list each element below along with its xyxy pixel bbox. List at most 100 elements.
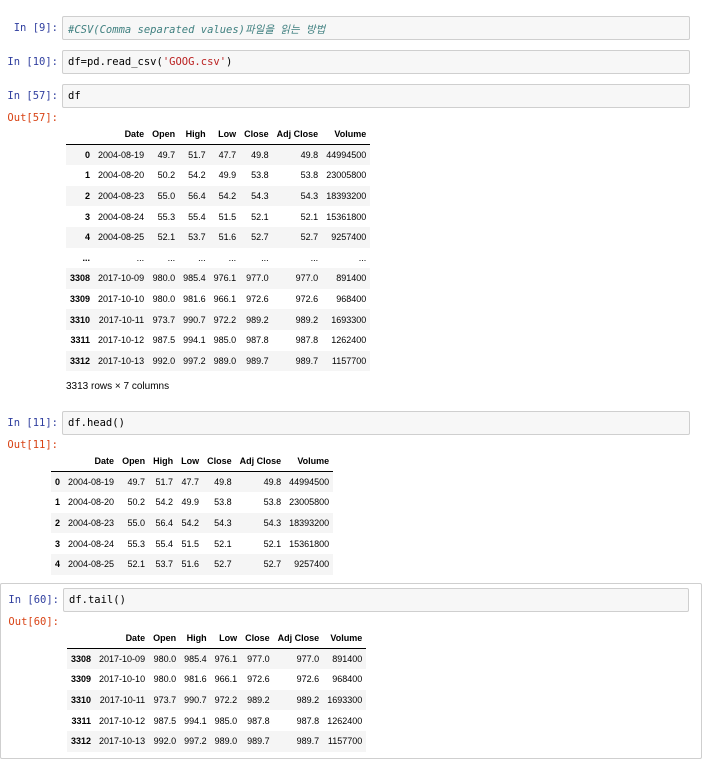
table-row: 3312 2017-10-13 992.0 997.2 989.0 989.7 989.7 1… xyxy=(66,350,371,372)
table-cell: 52.1 xyxy=(214,538,232,549)
table-row: 3310 2017-10-11 973.7 990.7 972.2 989.2 989.2 1… xyxy=(67,689,367,711)
table-row: 4 2004-08-25 52.1 53.7 51.6 52.7 52.7 9257400 xyxy=(66,226,371,248)
table-cell: 987.8 xyxy=(247,715,270,726)
table-cell: 987.8 xyxy=(295,335,319,346)
column-header: Open xyxy=(149,628,181,650)
output-prompt: Out[57]: xyxy=(7,112,58,124)
cell-in-57[interactable]: In [57]: df Out[57]: Date Open High Low Clos… xyxy=(0,84,702,392)
row-index: 4 xyxy=(55,559,61,570)
column-header: High xyxy=(179,124,210,146)
table-row: 3 2004-08-24 55.3 55.4 51.5 52.1 52.1 15361800 xyxy=(66,206,370,227)
table-cell: 973.7 xyxy=(152,314,176,325)
code-input[interactable]: df.head() xyxy=(62,411,690,435)
dataframe-table: Date Open High Low Close Adj Close Volume 0 2004… xyxy=(66,124,371,372)
table-header-row: Date Open High Low Close Adj Close Volume xyxy=(66,124,371,146)
table-cell: 55.4 xyxy=(188,211,206,222)
output-area: Date Open High Low Close Adj Close Volume 3308 2… xyxy=(67,628,367,752)
table-cell: 55.0 xyxy=(127,518,146,529)
row-index: 3309 xyxy=(70,294,91,305)
column-header: Adj Close xyxy=(235,451,286,473)
table-header-row: Date Open High Low Close Adj Close Volume xyxy=(67,628,367,650)
input-prompt: In [9]: xyxy=(13,22,58,34)
code-input[interactable]: df=pd.read_csv('GOOG.csv') xyxy=(62,50,690,74)
table-cell: 52.1 xyxy=(127,559,146,570)
table-cell: 51.7 xyxy=(155,477,174,488)
cell-in-11[interactable]: In [11]: df.head() Out[11]: Date Open High… xyxy=(0,411,702,575)
table-cell: 44994500 xyxy=(289,477,330,488)
table-cell: 891400 xyxy=(332,654,363,665)
table-cell: 973.7 xyxy=(153,695,177,706)
column-header: Volume xyxy=(322,124,371,146)
column-header: Adj Close xyxy=(272,124,323,146)
table-cell: 2017-10-13 xyxy=(99,736,146,747)
table-row: 2 2004-08-23 55.0 56.4 54.2 54.3 54.3 18393200 xyxy=(66,185,371,207)
row-index: 3 xyxy=(85,211,91,222)
table-cell: 2017-10-11 xyxy=(98,314,145,325)
input-prompt: In [57]: xyxy=(7,90,58,102)
row-index: 1 xyxy=(85,170,91,181)
table-cell: 987.5 xyxy=(153,715,177,726)
table-cell: 9257400 xyxy=(331,232,367,243)
table-cell: 994.1 xyxy=(183,335,206,346)
table-cell: 976.1 xyxy=(214,654,238,665)
table-cell: 2017-10-09 xyxy=(98,273,145,284)
column-header: Low xyxy=(210,628,242,650)
column-header: Volume xyxy=(285,451,334,473)
column-header: High xyxy=(149,451,178,473)
output-area: Date Open High Low Close Adj Close Volume 0 2004… xyxy=(66,124,371,392)
code-input[interactable]: df xyxy=(62,84,690,108)
table-cell: 2017-10-09 xyxy=(99,654,146,665)
table-header-row: Date Open High Low Close Adj Close Volume xyxy=(51,451,334,473)
table-cell: 54.3 xyxy=(214,518,232,529)
input-prompt: In [10]: xyxy=(7,56,58,68)
table-cell: 977.0 xyxy=(246,273,269,284)
row-index: 2 xyxy=(85,191,91,202)
table-cell: 52.1 xyxy=(263,538,282,549)
column-header: Adj Close xyxy=(273,628,324,650)
table-cell: 2004-08-20 xyxy=(68,497,115,508)
code-string: 'GOOG.csv' xyxy=(162,56,227,68)
table-cell: 2004-08-25 xyxy=(98,232,145,243)
table-cell: 985.0 xyxy=(214,715,238,726)
table-cell: 1262400 xyxy=(331,335,367,346)
row-index: 3308 xyxy=(70,273,91,284)
table-cell: 990.7 xyxy=(183,314,206,325)
table-cell: 55.3 xyxy=(127,538,146,549)
table-cell: 23005800 xyxy=(289,497,330,508)
table-cell: 2004-08-23 xyxy=(68,518,115,529)
table-cell: 52.1 xyxy=(157,232,176,243)
table-cell: 977.0 xyxy=(295,273,319,284)
column-header: Date xyxy=(94,124,149,146)
table-cell: 989.7 xyxy=(295,355,319,366)
code-text: df.tail() xyxy=(69,594,126,606)
cell-in-9[interactable]: In [9]: #CSV(Comma separated values)파일을 … xyxy=(0,16,702,42)
table-cell: 985.4 xyxy=(183,273,206,284)
table-cell: 966.1 xyxy=(214,674,238,685)
table-row: 0 2004-08-19 49.7 51.7 47.7 49.8 49.8 44994500 xyxy=(51,471,334,493)
table-cell: 52.1 xyxy=(251,211,269,222)
table-cell: 987.8 xyxy=(246,335,269,346)
table-cell: 9257400 xyxy=(294,559,330,570)
table-cell: ... xyxy=(272,247,323,269)
table-row: 3309 2017-10-10 980.0 981.6 966.1 972.6 972.6 9… xyxy=(67,669,366,690)
table-cell: 18393200 xyxy=(289,518,330,529)
table-cell: 49.7 xyxy=(127,477,146,488)
code-input[interactable]: #CSV(Comma separated values)파일을 읽는 방법 xyxy=(62,16,690,40)
column-header: Close xyxy=(240,124,273,146)
table-cell: 1262400 xyxy=(327,715,363,726)
table-cell: 2017-10-12 xyxy=(99,715,146,726)
table-cell: 2004-08-23 xyxy=(98,191,145,202)
table-cell: 992.0 xyxy=(153,736,177,747)
table-cell: 55.0 xyxy=(157,191,176,202)
table-cell: 52.1 xyxy=(300,211,319,222)
table-cell: 51.5 xyxy=(181,538,200,549)
table-cell: 47.7 xyxy=(218,150,237,161)
table-cell: 977.0 xyxy=(247,654,270,665)
table-cell: 54.3 xyxy=(300,191,319,202)
cell-in-10[interactable]: In [10]: df=pd.read_csv('GOOG.csv') xyxy=(0,50,702,76)
row-index: 2 xyxy=(55,518,61,529)
code-input[interactable]: df.tail() xyxy=(63,588,689,612)
cell-in-60[interactable]: In [60]: df.tail() Out[60]: Date Open High… xyxy=(0,583,702,759)
table-cell: 52.7 xyxy=(263,559,282,570)
table-cell: 972.6 xyxy=(295,294,319,305)
